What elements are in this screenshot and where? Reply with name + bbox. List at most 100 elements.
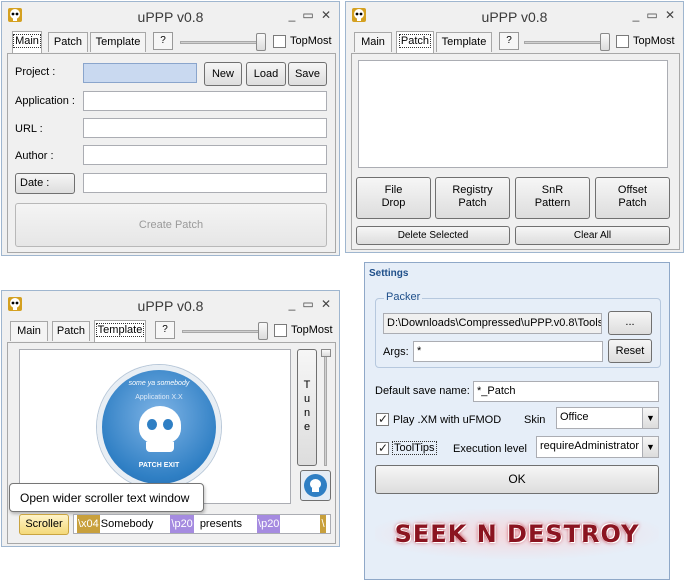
skin-label: Skin — [524, 414, 546, 426]
help-button[interactable]: ? — [153, 32, 173, 50]
patch-list[interactable] — [358, 60, 668, 168]
minimize-icon[interactable]: _ — [285, 298, 299, 310]
application-logo: some ya somebody Application X.X PATCH E… — [97, 365, 221, 489]
args-field[interactable]: * — [413, 341, 603, 362]
topmost-label: TopMost — [291, 324, 333, 336]
tab-template[interactable]: Template — [436, 32, 492, 52]
tune-button[interactable]: T u n e — [297, 349, 317, 466]
snr-pattern-button[interactable]: SnR Pattern — [515, 177, 590, 219]
offset-patch-button[interactable]: Offset Patch — [595, 177, 670, 219]
close-icon[interactable]: ✕ — [319, 9, 333, 21]
close-icon[interactable]: ✕ — [319, 298, 333, 310]
author-field[interactable] — [83, 145, 327, 165]
scroller-button[interactable]: Scroller — [19, 514, 69, 535]
vertical-slider[interactable] — [321, 349, 331, 466]
scroller-token: \x04 — [77, 515, 100, 533]
tab-main[interactable]: Main — [354, 32, 392, 52]
tune-letter: e — [303, 421, 311, 433]
slider-thumb[interactable] — [321, 349, 331, 357]
application-field[interactable] — [83, 91, 327, 111]
maximize-icon[interactable]: ▭ — [301, 9, 315, 21]
slider-thumb[interactable] — [258, 322, 268, 340]
logo-app-text: Application X.X — [135, 394, 183, 401]
tooltip-text: Open wider scroller text window — [20, 491, 190, 505]
tab-patch-label: Patch — [398, 34, 432, 48]
template-panel: some ya somebody Application X.X PATCH E… — [7, 342, 336, 544]
slider-thumb[interactable] — [600, 33, 610, 51]
tune-letter: u — [303, 393, 311, 405]
close-icon[interactable]: ✕ — [663, 9, 677, 21]
minimize-icon[interactable]: _ — [285, 9, 299, 21]
load-button[interactable]: Load — [246, 62, 286, 86]
settings-window: Settings Packer D:\Downloads\Compressed\… — [364, 262, 670, 580]
chevron-down-icon: ▼ — [642, 437, 658, 457]
create-patch-button[interactable]: Create Patch — [15, 203, 327, 247]
browse-button[interactable]: ... — [608, 311, 652, 335]
tab-template[interactable]: Template — [94, 320, 146, 342]
delete-selected-button[interactable]: Delete Selected — [356, 226, 510, 245]
skull-icon — [139, 406, 181, 444]
scroller-text-field[interactable]: \x04 Somebody \p20 presents \p20 \ — [73, 514, 331, 534]
date-button[interactable]: Date : — [15, 173, 75, 194]
application-label: Application : — [15, 95, 75, 107]
registry-patch-button[interactable]: Registry Patch — [435, 177, 510, 219]
template-tab-window: uPPP v0.8 _ ▭ ✕ Main Patch Template ? To… — [1, 290, 340, 547]
scroller-token: \p20 — [170, 515, 194, 533]
exec-level-select[interactable]: requireAdministrator ▼ — [536, 436, 659, 458]
project-field[interactable] — [83, 63, 197, 83]
tab-patch[interactable]: Patch — [52, 321, 90, 341]
settings-title: Settings — [369, 268, 409, 279]
save-button[interactable]: Save — [288, 62, 327, 86]
help-button[interactable]: ? — [499, 32, 519, 50]
reset-button[interactable]: Reset — [608, 339, 652, 363]
tab-main[interactable]: Main — [10, 321, 48, 341]
tab-template-label: Template — [95, 323, 145, 337]
skull-image-button[interactable] — [300, 470, 331, 501]
logo-bottom-text: PATCH EXIT — [138, 462, 180, 469]
topmost-checkbox[interactable] — [274, 324, 287, 337]
tune-letter: T — [303, 379, 311, 391]
skin-select-value: Office — [560, 411, 589, 423]
tab-main[interactable]: Main — [12, 31, 42, 53]
registry-patch-line1: Registry — [452, 184, 493, 196]
tab-patch[interactable]: Patch — [48, 32, 88, 52]
volume-slider[interactable] — [182, 322, 268, 340]
skin-select[interactable]: Office ▼ — [556, 407, 659, 429]
tooltips-checkbox[interactable] — [376, 441, 389, 455]
ok-button[interactable]: OK — [375, 465, 659, 494]
registry-patch-line2: Patch — [458, 197, 487, 209]
file-drop-line2: Drop — [381, 197, 406, 209]
tune-letter: n — [303, 407, 311, 419]
tab-patch[interactable]: Patch — [396, 31, 434, 53]
clear-all-button[interactable]: Clear All — [515, 226, 670, 245]
new-button[interactable]: New — [204, 62, 242, 86]
template-preview: some ya somebody Application X.X PATCH E… — [19, 349, 291, 504]
banner-text: SEEK N DESTROY — [394, 520, 640, 548]
project-label: Project : — [15, 66, 56, 78]
volume-slider[interactable] — [524, 33, 610, 51]
volume-slider[interactable] — [180, 33, 266, 51]
topmost-checkbox[interactable] — [273, 35, 286, 48]
packer-path-field[interactable]: D:\Downloads\Compressed\uPPP.v0.8\Tools\… — [383, 313, 602, 334]
maximize-icon[interactable]: ▭ — [301, 298, 315, 310]
tooltips-label: ToolTips — [392, 441, 437, 455]
help-button[interactable]: ? — [155, 321, 175, 339]
scroller-token: \p20 — [257, 515, 281, 533]
play-xm-checkbox[interactable] — [376, 412, 389, 426]
minimize-icon[interactable]: _ — [629, 9, 643, 21]
maximize-icon[interactable]: ▭ — [645, 9, 659, 21]
default-save-field[interactable]: *_Patch — [473, 381, 659, 402]
file-drop-line1: File — [384, 184, 403, 196]
exec-level-value: requireAdministrator — [540, 440, 640, 452]
snr-pattern-line2: Pattern — [534, 197, 571, 209]
topmost-checkbox[interactable] — [616, 35, 629, 48]
url-field[interactable] — [83, 118, 327, 138]
scroller-token: presents — [199, 518, 243, 530]
offset-patch-line1: Offset — [617, 184, 648, 196]
date-field[interactable] — [83, 173, 327, 193]
topmost-label: TopMost — [633, 35, 675, 47]
skull-icon — [304, 474, 327, 497]
file-drop-button[interactable]: File Drop — [356, 177, 431, 219]
slider-thumb[interactable] — [256, 33, 266, 51]
tab-template[interactable]: Template — [90, 32, 146, 52]
